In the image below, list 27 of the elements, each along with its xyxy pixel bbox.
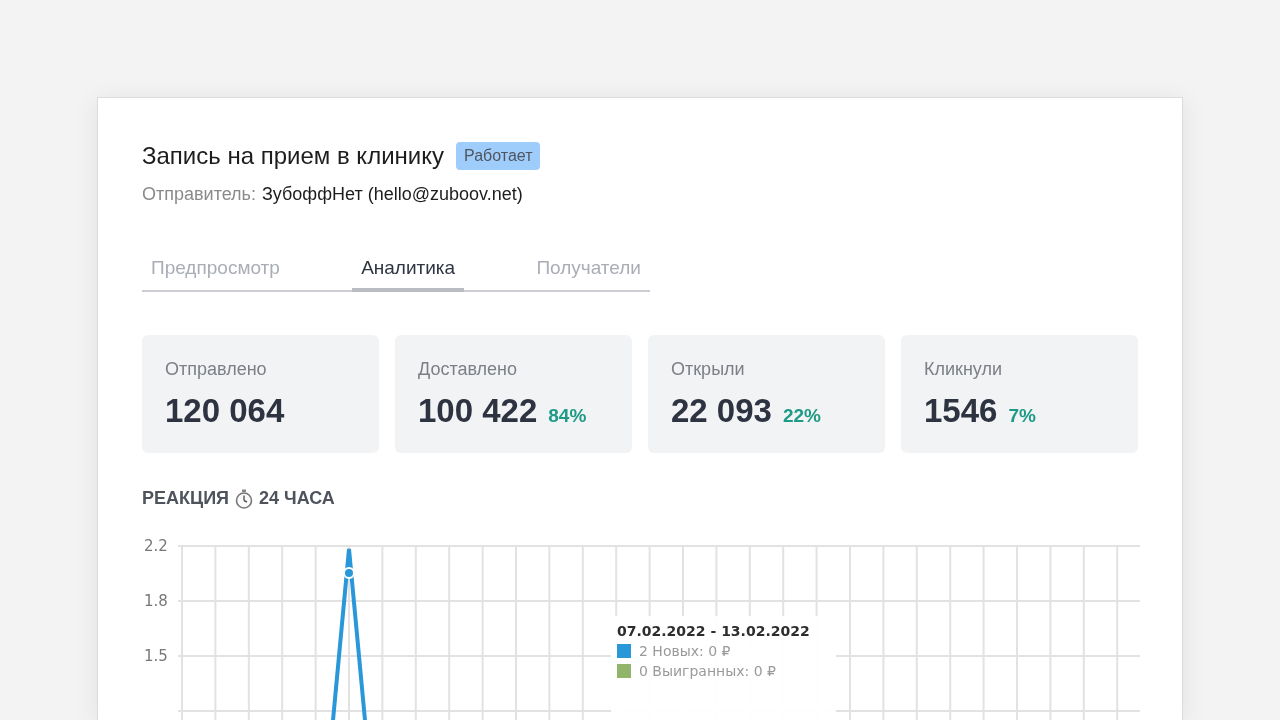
stat-label: Доставлено <box>418 359 519 380</box>
stat-label: Отправлено <box>165 359 268 380</box>
sender-value: ЗубоффНет (hello@zuboov.net) <box>261 184 523 205</box>
section-heading: РЕАКЦИЯ <box>142 488 230 509</box>
axis-label: 1.8 <box>144 592 168 610</box>
status-badge: Работает <box>456 142 541 170</box>
stopwatch-icon <box>235 488 254 509</box>
stat-value: 120 064 <box>165 392 285 430</box>
stat-percent: 84% <box>548 405 587 427</box>
legend-text: 0 Выигранных: 0 ₽ <box>639 663 776 679</box>
stat-value: 1546 <box>924 392 998 430</box>
stat-label: Открыли <box>671 359 746 380</box>
sender-label: Отправитель: <box>142 184 256 205</box>
campaign-title: Запись на прием в клинику <box>142 142 444 170</box>
legend-text: 2 Новых: 0 ₽ <box>639 643 731 659</box>
stat-percent: 7% <box>1008 405 1036 427</box>
tooltip-title: 07.02.2022 - 13.02.2022 <box>617 623 811 639</box>
stat-value: 22 093 <box>671 392 772 430</box>
stat-value: 100 422 <box>418 392 538 430</box>
axis-label: 2.2 <box>144 537 168 555</box>
stat-label: Кликнули <box>924 359 1004 380</box>
axis-label: 1.5 <box>144 647 168 665</box>
stat-percent: 22% <box>782 405 821 427</box>
tab[interactable]: Получатели <box>527 257 650 292</box>
tab[interactable]: Аналитика <box>352 257 465 292</box>
tab[interactable]: Предпросмотр <box>142 257 289 292</box>
section-heading: 24 ЧАСА <box>259 488 335 509</box>
